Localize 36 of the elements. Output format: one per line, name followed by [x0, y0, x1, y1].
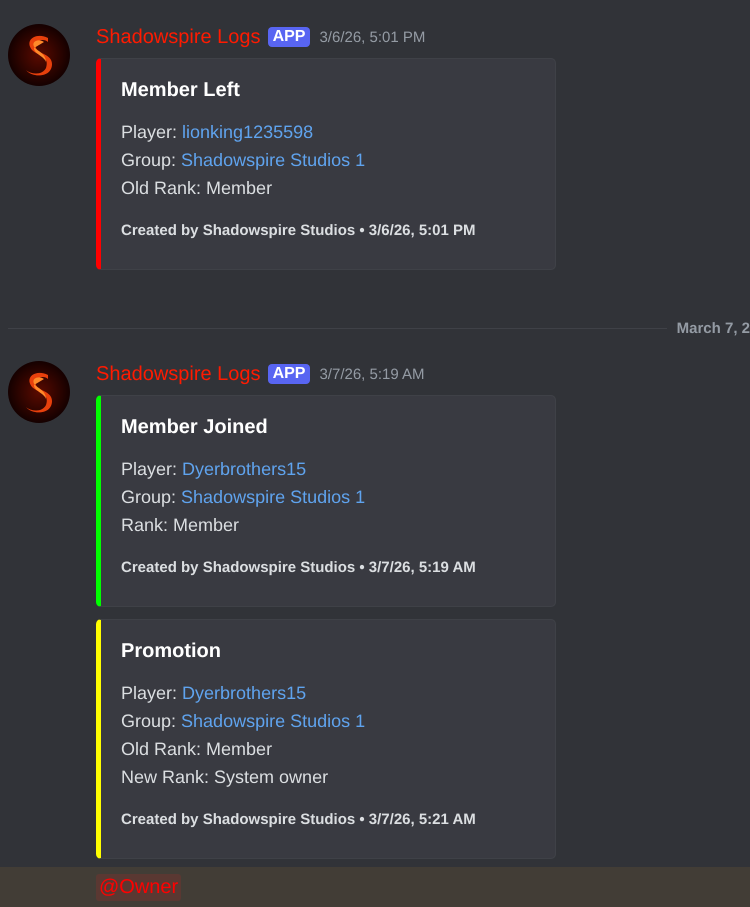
embed-footer: Created by Shadowspire Studios • 3/7/26, 5:19 AM: [121, 559, 535, 576]
field-label: Group:: [121, 710, 176, 733]
field-link[interactable]: Dyerbrothers15: [182, 455, 306, 483]
embed-title: Promotion: [121, 640, 222, 663]
app-badge: APP: [268, 364, 310, 384]
field-label: Old Rank:: [121, 738, 202, 761]
date-divider: March 7, 2: [676, 320, 750, 337]
avatar-icon[interactable]: [8, 24, 70, 86]
field-link[interactable]: lionking1235598: [182, 118, 314, 146]
avatar-icon[interactable]: [8, 361, 70, 423]
field-label: Group:: [121, 486, 176, 509]
field-label: Old Rank:: [121, 177, 202, 200]
role-mention[interactable]: @Owner: [96, 874, 182, 900]
field-link[interactable]: Shadowspire Studios 1: [181, 483, 366, 511]
field-value: Member: [173, 514, 240, 537]
field-label: Player:: [121, 682, 178, 705]
field-link[interactable]: Shadowspire Studios 1: [181, 707, 366, 735]
field-label: Rank:: [121, 514, 168, 537]
field-label: New Rank:: [121, 766, 210, 789]
field-value: Member: [206, 738, 272, 761]
field-label: Group:: [121, 149, 176, 172]
field-value: Member: [206, 177, 272, 200]
author-name[interactable]: Shadowspire Logs: [96, 362, 261, 386]
embed-title: Member Joined: [121, 416, 269, 439]
timestamp: 3/6/26, 5:01 PM: [319, 28, 426, 46]
embed-footer: Created by Shadowspire Studios • 3/7/26, 5:21 AM: [121, 811, 535, 828]
field-label: Player:: [121, 121, 178, 144]
field-link[interactable]: Dyerbrothers15: [182, 679, 306, 707]
timestamp: 3/7/26, 5:19 AM: [319, 366, 425, 382]
field-value: System owner: [214, 766, 328, 789]
field-label: Player:: [121, 458, 178, 481]
embed-footer: Created by Shadowspire Studios • 3/6/26, 5:01 PM: [121, 222, 535, 239]
app-badge: APP: [268, 27, 310, 47]
author-name[interactable]: Shadowspire Logs: [96, 26, 261, 48]
field-link[interactable]: Shadowspire Studios 1: [181, 146, 366, 174]
embed-title: Member Left: [121, 79, 241, 102]
